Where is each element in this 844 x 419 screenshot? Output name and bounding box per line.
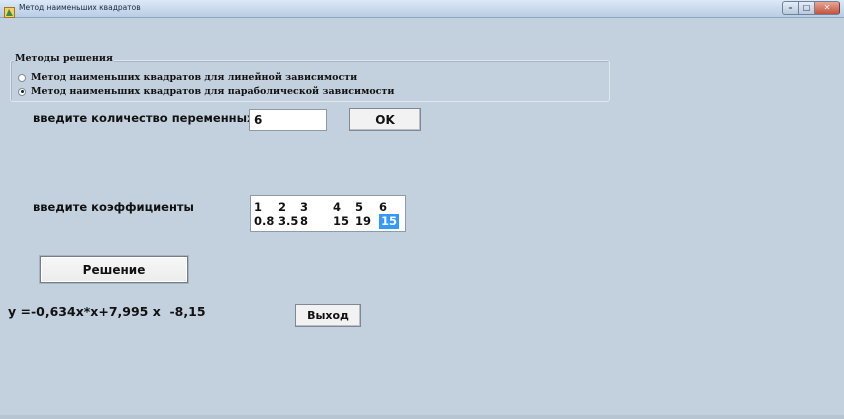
grid-cell-selected[interactable]: 15 (379, 214, 400, 229)
grid-cell[interactable]: 15 (333, 214, 349, 229)
grid-cell[interactable]: 1 (254, 200, 262, 215)
title-bar[interactable]: Метод наименьших квадратов – □ ✕ (0, 0, 844, 18)
minimize-button[interactable]: – (782, 1, 798, 15)
grid-cell[interactable]: 8 (300, 214, 308, 229)
grid-cell[interactable]: 5 (355, 200, 363, 215)
close-button[interactable]: ✕ (814, 1, 840, 15)
maximize-icon: □ (802, 3, 811, 12)
grid-cell[interactable]: 3 (300, 200, 308, 215)
radio-parabolic-label[interactable]: Метод наименьших квадратов для параболич… (31, 86, 394, 97)
radio-linear[interactable]: Метод наименьших квадратов для линейной … (18, 72, 357, 83)
solve-button[interactable]: Решение (40, 256, 188, 283)
grid-cell[interactable]: 6 (379, 200, 387, 215)
radio-linear-label[interactable]: Метод наименьших квадратов для линейной … (31, 72, 357, 83)
variables-count-input[interactable] (249, 109, 327, 131)
exit-button[interactable]: Выход (295, 304, 361, 327)
result-equation: y =-0,634x*x+7,995 x -8,15 (8, 304, 206, 319)
grid-cell[interactable]: 4 (333, 200, 341, 215)
radio-linear-indicator[interactable] (18, 73, 26, 82)
grid-cell[interactable]: 2 (278, 200, 286, 215)
grid-cell[interactable]: 19 (355, 214, 371, 229)
coefficients-grid[interactable]: 1 2 3 4 5 6 0.8 3.5 8 15 19 15 (250, 195, 406, 232)
window-title: Метод наименьших квадратов (19, 3, 141, 12)
grid-cell[interactable]: 3.5 (278, 214, 298, 229)
caption-buttons: – □ ✕ (782, 1, 840, 15)
maximize-button[interactable]: □ (798, 1, 814, 15)
window-bottom-edge (0, 415, 844, 419)
app-window: Метод наименьших квадратов – □ ✕ Методы … (0, 0, 844, 419)
variables-count-label: введите количество переменных (33, 111, 255, 125)
minimize-icon: – (788, 3, 793, 12)
coefficients-label: введите коэффициенты (33, 200, 194, 214)
radio-parabolic[interactable]: Метод наименьших квадратов для параболич… (18, 86, 394, 97)
grid-cell[interactable]: 0.8 (254, 214, 274, 229)
app-icon (4, 3, 15, 18)
methods-group-caption: Методы решения (14, 53, 114, 64)
ok-button[interactable]: OK (349, 108, 421, 131)
radio-parabolic-indicator[interactable] (18, 87, 26, 96)
close-icon: ✕ (823, 3, 831, 12)
